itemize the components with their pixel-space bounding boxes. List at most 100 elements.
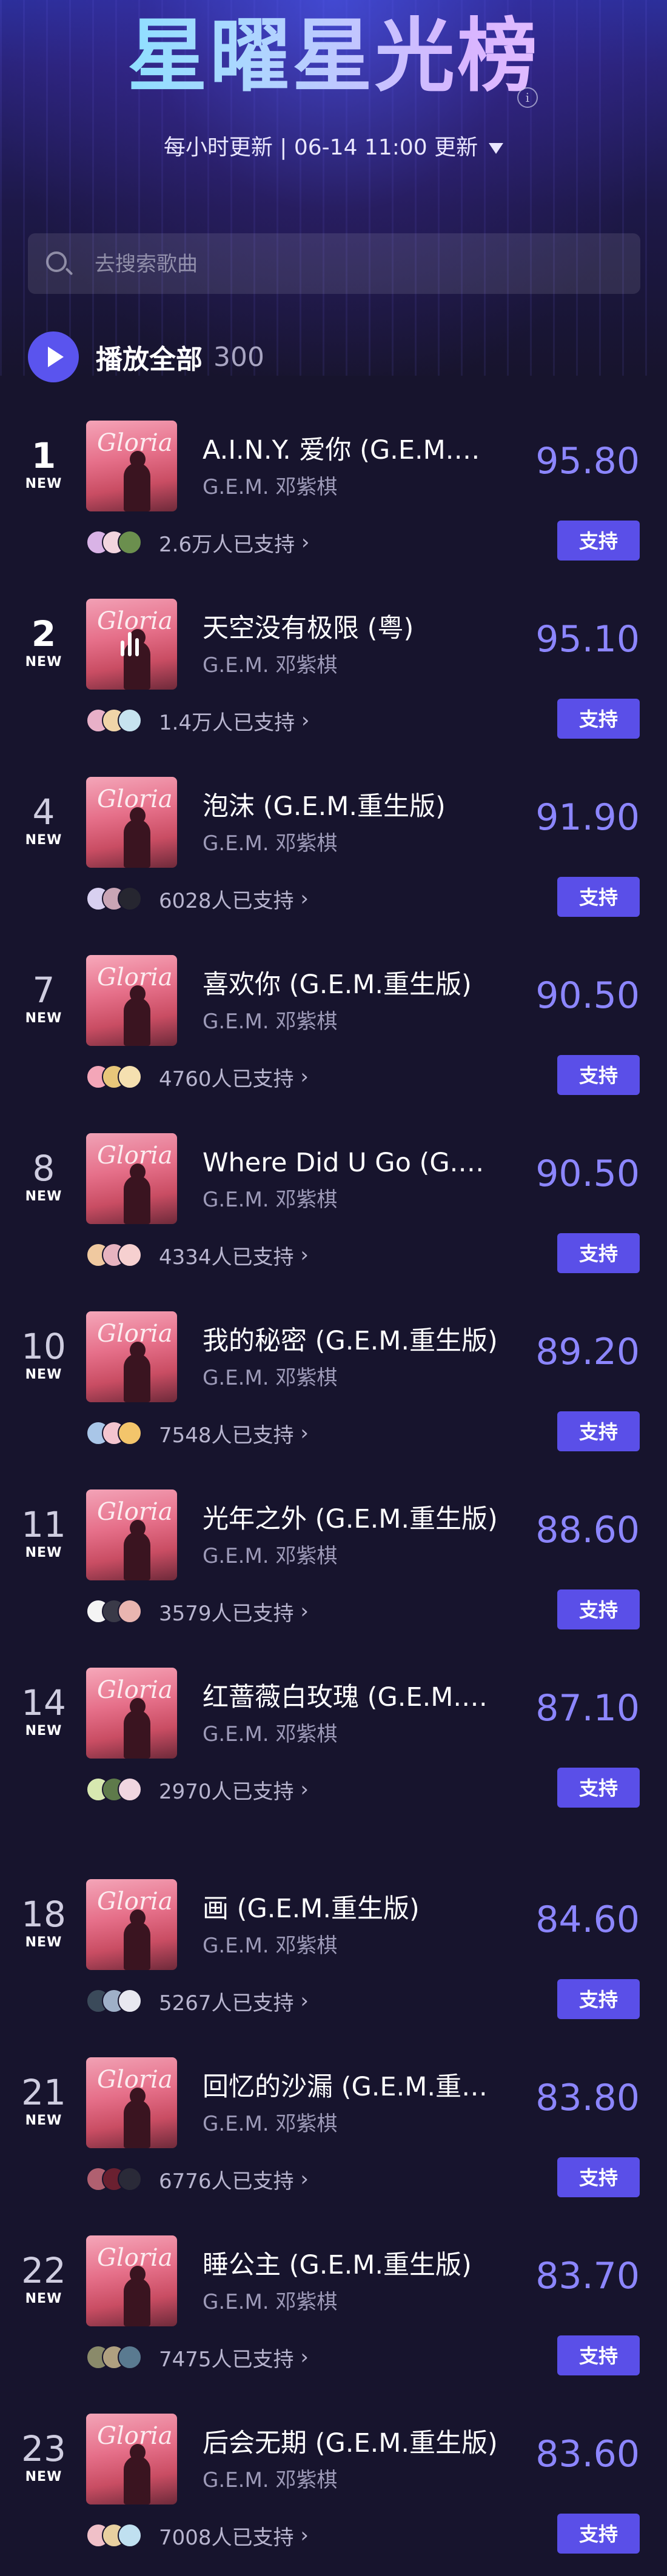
song-score: 95.10 [535,618,640,661]
support-button[interactable]: 支持 [557,1979,640,2019]
avatar [118,1989,142,2013]
supporters-link[interactable]: 1.4万人已支持 › [86,705,309,736]
supporters-link[interactable]: 4760人已支持 › [86,1062,309,1092]
supporters-link[interactable]: 7475人已支持 › [86,2342,309,2372]
play-icon[interactable] [28,331,79,382]
search-input[interactable] [93,245,617,283]
song-row[interactable]: 7 NEW Gloria 喜欢你 (G.E.M.重生版) G.E.M. 邓紫棋 90.50… [0,939,667,1117]
song-row[interactable]: 1NEW Gloria A.I.N.Y. 爱你 (G.E.M.重生版) G.E.M. … [0,405,667,583]
supporters-link[interactable]: 4334人已支持 › [86,1240,309,1270]
supporters-link[interactable]: 2.6万人已支持 › [86,527,309,557]
support-button[interactable]: 支持 [557,2157,640,2197]
chevron-right-icon: › [293,887,309,911]
album-cover[interactable]: Gloria [86,599,177,690]
song-rank: 1 [31,435,56,476]
song-score: 91.90 [535,796,640,839]
album-cover[interactable]: Gloria [86,777,177,868]
song-title[interactable]: 后会无期 (G.E.M.重生版) [203,2422,500,2460]
song-title[interactable]: 画 (G.E.M.重生版) [203,1888,500,1925]
album-art-figure [124,1909,150,1970]
song-title[interactable]: 我的秘密 (G.E.M.重生版) [203,1320,500,1357]
song-row[interactable]: 14NEW Gloria 红蔷薇白玫瑰 (G.E.M.重生版) G.E.M. 邓紫棋 8… [0,1652,667,1830]
support-button[interactable]: 支持 [557,521,640,561]
support-button[interactable]: 支持 [557,1589,640,1629]
album-cover[interactable]: Gloria [86,1879,177,1970]
new-badge: NEW [25,2113,62,2128]
chevron-right-icon: › [293,1065,309,1089]
supporters-link[interactable]: 2970人已支持 › [86,1774,309,1805]
now-playing-icon [121,632,142,656]
album-cover[interactable]: Gloria [86,421,177,511]
supporters-link[interactable]: 7008人已支持 › [86,2520,309,2551]
album-cover[interactable]: Gloria [86,1489,177,1580]
supporter-count: 7475人已支持 [159,2347,294,2372]
song-rank: 8 [32,1148,55,1189]
song-row[interactable]: 10 NEW Gloria 我的秘密 (G.E.M.重生版) G.E.M. 邓紫棋 89.… [0,1296,667,1474]
support-button[interactable]: 支持 [557,1411,640,1451]
song-score: 90.50 [535,974,640,1017]
supporter-avatars [86,2166,159,2192]
song-title[interactable]: Where Did U Go (G.E.M.重生版) [203,1142,500,1179]
song-score: 83.80 [535,2077,640,2119]
song-title[interactable]: 红蔷薇白玫瑰 (G.E.M.重生版) [203,1676,500,1714]
song-title[interactable]: 睡公主 (G.E.M.重生版) [203,2244,500,2281]
avatar [118,2523,142,2548]
song-rank: 22 [21,2250,66,2291]
support-button[interactable]: 支持 [557,1233,640,1273]
album-cover[interactable]: Gloria [86,2235,177,2326]
song-score: 84.60 [535,1899,640,1941]
album-cover[interactable]: Gloria [86,955,177,1046]
avatar [118,530,142,554]
supporters-link[interactable]: 5267人已支持 › [86,1986,309,2016]
song-row[interactable]: 22 NEW Gloria 睡公主 (G.E.M.重生版) G.E.M. 邓紫棋 83.7… [0,2220,667,2398]
support-button[interactable]: 支持 [557,699,640,739]
chevron-right-icon: › [295,708,310,733]
search-bar[interactable] [28,233,640,294]
song-row[interactable]: 8NEW Gloria Where Did U Go (G.E.M.重生版) G.E.… [0,1117,667,1296]
song-row[interactable]: 21 NEW Gloria 回忆的沙漏 (G.E.M.重生版) G.E.M. 邓紫棋 83… [0,2042,667,2220]
chevron-right-icon: › [293,1243,309,1267]
supporter-avatars [86,1063,159,1090]
support-button[interactable]: 支持 [557,1055,640,1095]
supporter-count: 4760人已支持 [159,1067,294,1091]
supporters-link[interactable]: 3579人已支持 › [86,1596,309,1626]
album-art-figure [124,2088,150,2148]
song-title[interactable]: A.I.N.Y. 爱你 (G.E.M.重生版) [203,429,500,467]
album-art-figure [124,807,150,868]
song-title[interactable]: 天空没有极限 (粤) [203,607,500,645]
play-all-row[interactable]: 播放全部 300 [28,330,264,384]
support-button[interactable]: 支持 [557,2335,640,2375]
album-cover[interactable]: Gloria [86,2414,177,2504]
chevron-right-icon: › [293,1989,309,2013]
new-badge: NEW [25,1189,62,1204]
album-cover[interactable]: Gloria [86,1668,177,1759]
supporters-link[interactable]: 7548人已支持 › [86,1418,309,1448]
supporter-count: 5267人已支持 [159,1991,294,2015]
info-icon[interactable]: i [517,87,538,108]
song-row[interactable]: 23 NEW Gloria 后会无期 (G.E.M.重生版) G.E.M. 邓紫棋 83.… [0,2398,667,2576]
song-title[interactable]: 喜欢你 (G.E.M.重生版) [203,964,500,1001]
support-button[interactable]: 支持 [557,2514,640,2554]
song-row[interactable]: 11 NEW Gloria 光年之外 (G.E.M.重生版) G.E.M. 邓紫棋 88.… [0,1474,667,1652]
new-badge: NEW [25,654,62,670]
song-row[interactable]: 18 NEW Gloria 画 (G.E.M.重生版) G.E.M. 邓紫棋 84.60 5… [0,1863,667,2042]
song-title[interactable]: 泡沫 (G.E.M.重生版) [203,785,500,823]
supporters-link[interactable]: 6776人已支持 › [86,2164,309,2194]
update-time-selector[interactable]: 每小时更新 | 06-14 11:00 更新 [0,130,667,161]
song-title[interactable]: 回忆的沙漏 (G.E.M.重生版) [203,2066,500,2103]
album-cover[interactable]: Gloria [86,1311,177,1402]
song-score: 87.10 [535,1687,640,1729]
album-cover[interactable]: Gloria [86,2057,177,2148]
supporter-count: 2.6万人已支持 [159,532,295,557]
song-row[interactable]: 2 NEW Gloria 天空没有极限 (粤) G.E.M. 邓紫棋 95.10 1.4万人… [0,583,667,761]
support-button[interactable]: 支持 [557,877,640,917]
album-art-figure [124,1342,150,1402]
supporters-link[interactable]: 6028人已支持 › [86,884,309,914]
album-cover[interactable]: Gloria [86,1133,177,1224]
song-title[interactable]: 光年之外 (G.E.M.重生版) [203,1498,500,1536]
song-row[interactable]: 4 NEW Gloria 泡沫 (G.E.M.重生版) G.E.M. 邓紫棋 91.90 6… [0,761,667,939]
song-rank: 18 [21,1894,66,1935]
support-button[interactable]: 支持 [557,1768,640,1808]
album-art-figure [124,1163,150,1224]
song-rank: 10 [21,1326,66,1367]
